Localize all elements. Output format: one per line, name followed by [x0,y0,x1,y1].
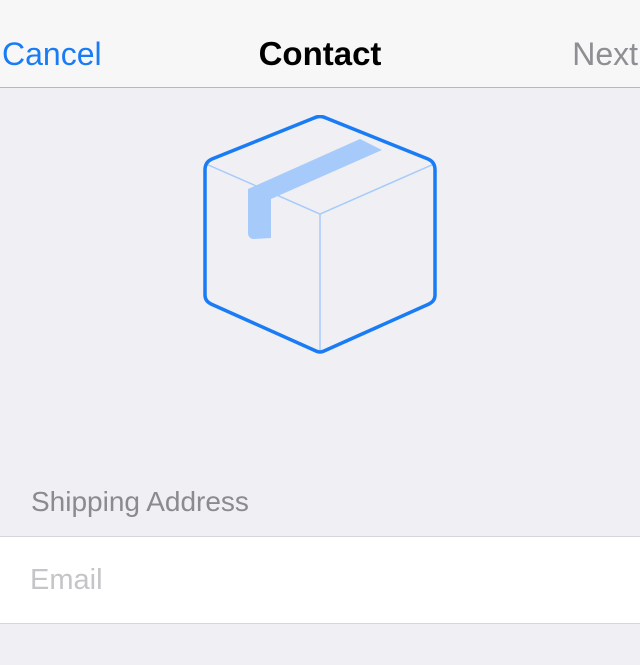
package-box-icon [203,115,437,354]
next-button[interactable]: Next [572,34,638,74]
navigation-bar: Cancel Contact Next [0,0,640,88]
section-header-shipping-address: Shipping Address [31,486,249,517]
cancel-button[interactable]: Cancel [2,34,102,74]
illustration-area [0,89,640,389]
email-field[interactable] [30,559,620,601]
email-cell[interactable] [0,536,640,624]
